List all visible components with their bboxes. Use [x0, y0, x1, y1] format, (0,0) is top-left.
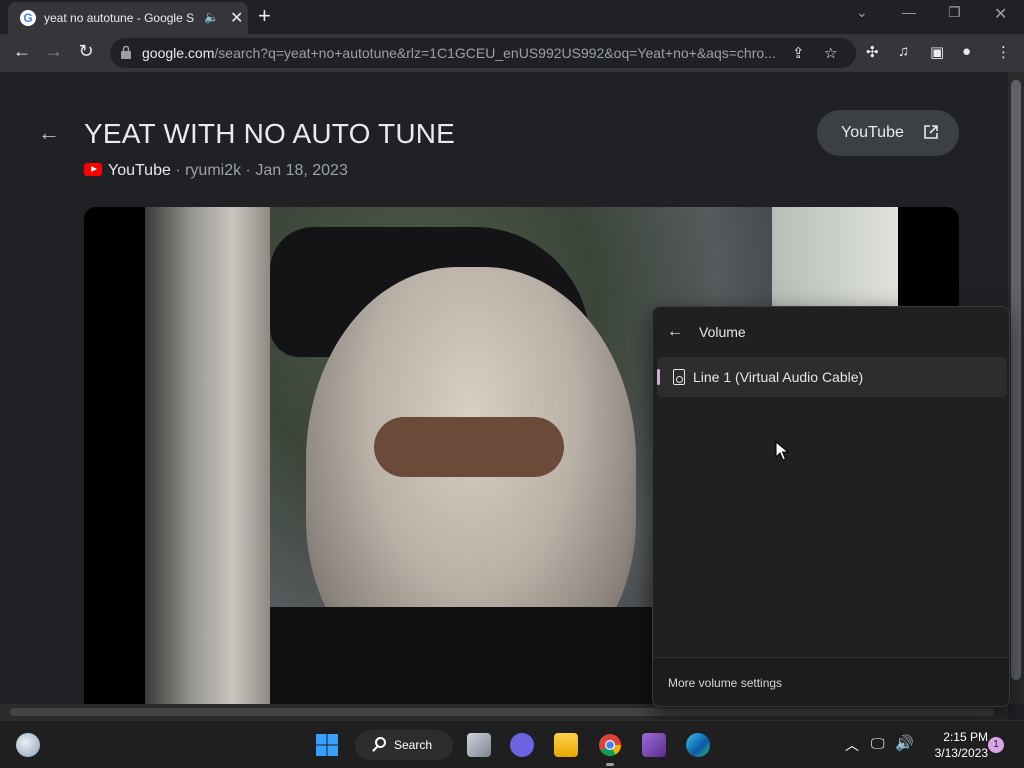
source-name: YouTube: [108, 162, 171, 179]
address-bar[interactable]: google.com/search?q=yeat+no+autotune&rlz…: [110, 38, 856, 68]
audio-device-name: Line 1 (Virtual Audio Cable): [693, 369, 864, 385]
bookmark-star-icon[interactable]: ☆: [824, 44, 837, 62]
chrome-icon[interactable]: [598, 733, 622, 757]
new-tab-button[interactable]: +: [258, 4, 271, 28]
vertical-scrollbar[interactable]: [1008, 72, 1024, 704]
share-icon[interactable]: ⇪: [792, 44, 805, 62]
browser-tab[interactable]: G yeat no autotune - Google S 🔈 ✕: [8, 2, 248, 34]
tab-close-icon[interactable]: ✕: [230, 8, 243, 28]
lock-icon[interactable]: [120, 45, 132, 59]
volume-back-icon[interactable]: ←: [667, 323, 683, 341]
visual-studio-icon[interactable]: [642, 733, 666, 757]
external-link-icon: [924, 125, 938, 139]
open-youtube-button[interactable]: YouTube: [817, 110, 959, 156]
search-icon: [375, 737, 386, 748]
close-window-button[interactable]: ✕: [994, 4, 1007, 24]
volume-flyout: ← Volume Line 1 (Virtual Audio Cable) Mo…: [652, 306, 1010, 707]
clock[interactable]: 2:15 PM 3/13/2023: [920, 729, 988, 761]
edge-icon[interactable]: [686, 733, 710, 757]
tab-search-icon[interactable]: ⌄: [856, 4, 868, 21]
taskbar-search[interactable]: Search: [355, 730, 453, 760]
show-hidden-icons-chevron-icon[interactable]: ︿: [845, 735, 859, 755]
back-button[interactable]: ←: [10, 41, 34, 62]
speaker-icon: [673, 369, 685, 385]
volume-tray-icon[interactable]: 🔊: [895, 734, 914, 752]
windows-taskbar: Search ︿ 🖵 🔊 2:15 PM 3/13/2023 1: [0, 720, 1024, 768]
network-icon[interactable]: 🖵: [871, 735, 885, 752]
extensions-icon[interactable]: ✣: [866, 43, 879, 61]
tab-audio-icon[interactable]: 🔈: [204, 10, 219, 24]
video-blur-left: [145, 207, 270, 704]
video-blur-right: [772, 207, 898, 307]
forward-button[interactable]: →: [42, 41, 66, 62]
minimize-button[interactable]: —: [902, 4, 916, 20]
side-panel-icon[interactable]: ▣: [930, 43, 944, 61]
open-youtube-label: YouTube: [841, 124, 904, 141]
youtube-logo-icon: [84, 163, 102, 176]
tab-strip: G yeat no autotune - Google S 🔈 ✕ + ⌄ — …: [0, 0, 1024, 34]
video-title[interactable]: YEAT WITH NO AUTO TUNE: [84, 118, 455, 150]
notification-badge[interactable]: 1: [988, 737, 1004, 753]
profile-icon[interactable]: ●: [962, 43, 971, 60]
more-volume-settings-link[interactable]: More volume settings: [668, 676, 782, 690]
volume-flyout-footer: More volume settings: [653, 657, 1009, 706]
google-favicon-icon: G: [20, 10, 36, 26]
clock-date: 3/13/2023: [934, 746, 988, 760]
teams-chat-icon[interactable]: [510, 733, 534, 757]
url-text[interactable]: google.com/search?q=yeat+no+autotune&rlz…: [142, 45, 782, 61]
video-meta: · ryumi2k · Jan 18, 2023: [170, 162, 348, 179]
task-view-icon[interactable]: [467, 733, 491, 757]
horizontal-scroll-thumb[interactable]: [10, 708, 994, 716]
reload-button[interactable]: ↻: [74, 41, 98, 62]
selected-indicator: [657, 369, 660, 385]
weather-widget-icon[interactable]: [16, 733, 40, 757]
restore-button[interactable]: ❐: [948, 4, 961, 21]
chrome-running-indicator: [606, 763, 614, 766]
volume-title: Volume: [699, 324, 746, 340]
back-arrow-icon[interactable]: ←: [38, 120, 60, 146]
browser-toolbar: ← → ↻ google.com/search?q=yeat+no+autotu…: [0, 34, 1024, 72]
windows-start-icon[interactable]: [315, 733, 339, 757]
media-controls-icon[interactable]: ♫: [898, 43, 909, 60]
video-subject-eyes: [374, 417, 564, 477]
tab-title: yeat no autotune - Google S: [44, 11, 194, 25]
taskbar-search-label: Search: [394, 738, 433, 752]
menu-kebab-icon[interactable]: ⋮: [996, 43, 1011, 61]
mouse-cursor-icon: [775, 441, 789, 461]
file-explorer-icon[interactable]: [554, 733, 578, 757]
clock-time: 2:15 PM: [943, 730, 988, 744]
vertical-scroll-thumb[interactable]: [1011, 80, 1021, 680]
audio-device-item[interactable]: Line 1 (Virtual Audio Cable): [657, 357, 1007, 397]
video-source-line: YouTube · ryumi2k · Jan 18, 2023: [84, 162, 348, 180]
